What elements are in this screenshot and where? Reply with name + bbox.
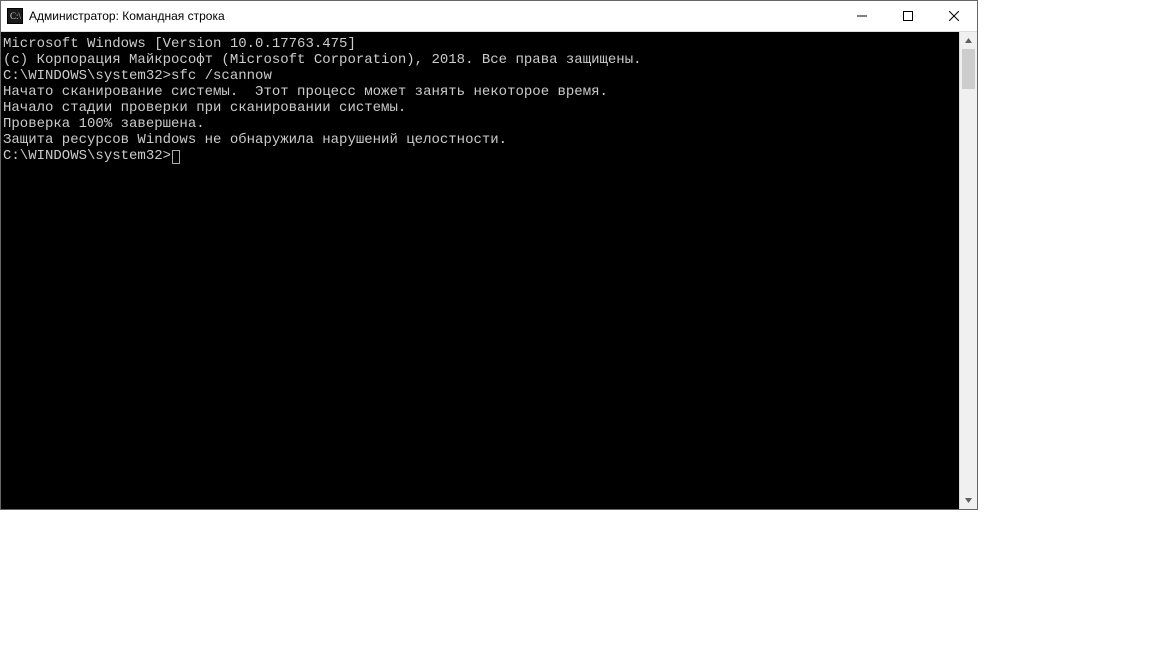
terminal-line: Начато сканирование системы. Этот процес… (3, 84, 957, 100)
terminal-line: C:\WINDOWS\system32>sfc /scannow (3, 68, 957, 84)
terminal-output[interactable]: Microsoft Windows [Version 10.0.17763.47… (1, 32, 959, 509)
cmd-icon: C:\ (7, 8, 23, 24)
client-area: Microsoft Windows [Version 10.0.17763.47… (1, 32, 977, 509)
titlebar[interactable]: C:\ Администратор: Командная строка (1, 1, 977, 32)
terminal-line: (c) Корпорация Майкрософт (Microsoft Cor… (3, 52, 957, 68)
terminal-line: Microsoft Windows [Version 10.0.17763.47… (3, 36, 957, 52)
terminal-line: Проверка 100% завершена. (3, 116, 957, 132)
scroll-down-button[interactable] (960, 492, 977, 509)
terminal-line: C:\WINDOWS\system32> (3, 148, 957, 164)
window-title: Администратор: Командная строка (29, 9, 225, 23)
minimize-button[interactable] (839, 1, 885, 31)
window-controls (839, 1, 977, 31)
maximize-button[interactable] (885, 1, 931, 31)
scrollbar-track[interactable] (960, 49, 977, 492)
svg-text:C:\: C:\ (10, 11, 22, 21)
cursor (172, 150, 180, 164)
scrollbar-thumb[interactable] (962, 49, 975, 89)
terminal-line: Защита ресурсов Windows не обнаружила на… (3, 132, 957, 148)
terminal-line: Начало стадии проверки при сканировании … (3, 100, 957, 116)
vertical-scrollbar[interactable] (959, 32, 977, 509)
scroll-up-button[interactable] (960, 32, 977, 49)
close-button[interactable] (931, 1, 977, 31)
command-prompt-window: C:\ Администратор: Командная строка Micr… (0, 0, 978, 510)
